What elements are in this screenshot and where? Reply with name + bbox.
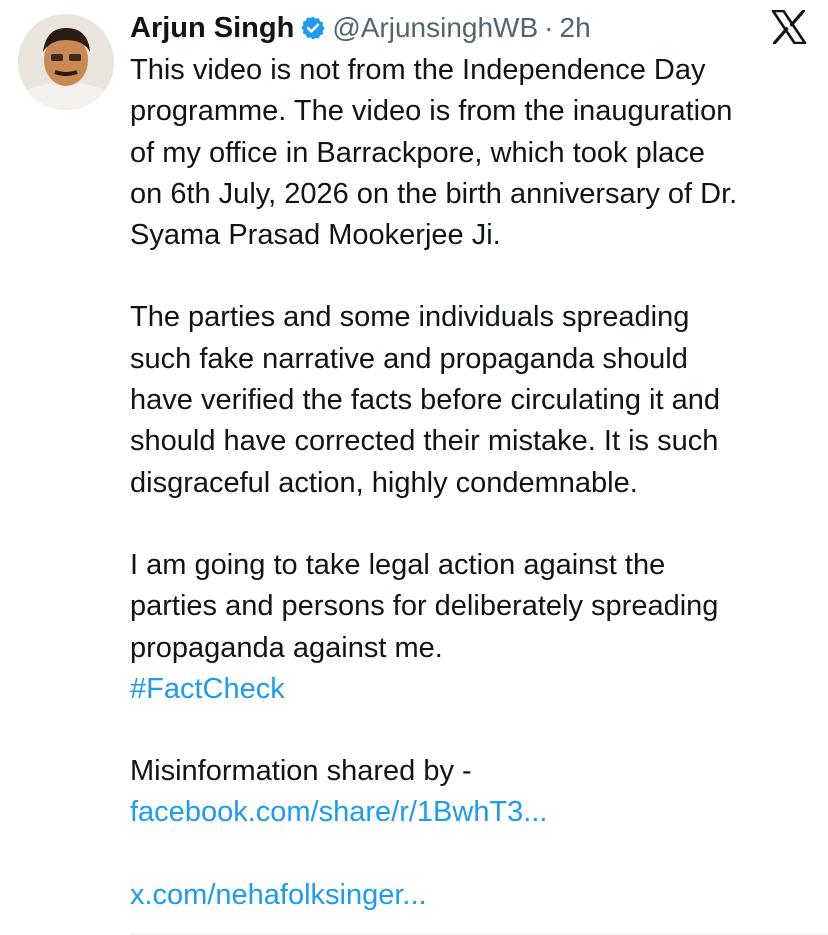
author-avatar[interactable]	[18, 14, 114, 110]
text-line: Syama Prasad Mookerjee Ji.	[130, 219, 501, 252]
post-time[interactable]: 2h	[560, 12, 591, 44]
misinformation-label: Misinformation shared by -	[130, 755, 472, 788]
text-line: parties and persons for deliberately spr…	[130, 590, 719, 623]
text-line: The parties and some individuals spreadi…	[130, 301, 690, 334]
paragraph-3: I am going to take legal action against …	[130, 545, 820, 669]
x-logo-icon[interactable]	[771, 10, 807, 44]
separator-dot: ·	[544, 12, 554, 43]
tweet-text: This video is not from the Independence …	[130, 50, 820, 916]
hashtag-factcheck-link[interactable]: #FactCheck	[130, 669, 820, 710]
text-line: have verified the facts before circulati…	[130, 384, 720, 417]
x-profile-link[interactable]: x.com/nehafolksinger...	[130, 875, 820, 916]
profile-photo-icon	[18, 14, 114, 110]
text-line: on 6th July, 2026 on the birth anniversa…	[130, 177, 738, 210]
text-line: such fake narrative and propaganda shoul…	[130, 342, 688, 375]
author-handle[interactable]: @ArjunsinghWB	[332, 12, 538, 44]
author-name[interactable]: Arjun Singh	[130, 12, 294, 45]
text-line: disgraceful action, highly condemnable.	[130, 466, 638, 499]
text-line: I am going to take legal action against …	[130, 548, 666, 581]
text-line: programme. The video is from the inaugur…	[130, 95, 733, 128]
paragraph-1: This video is not from the Independence …	[130, 50, 820, 256]
text-line: propaganda against me.	[130, 631, 443, 664]
tweet-card: Arjun Singh @ArjunsinghWB · 2h This vide…	[0, 0, 828, 935]
verified-badge-icon	[300, 15, 326, 41]
facebook-share-link[interactable]: facebook.com/share/r/1BwhT3...	[130, 792, 820, 833]
text-line: should have corrected their mistake. It …	[130, 425, 719, 458]
text-line: of my office in Barrackpore, which took …	[130, 136, 705, 169]
paragraph-2: The parties and some individuals spreadi…	[130, 297, 820, 503]
text-line: This video is not from the Independence …	[130, 54, 706, 86]
tweet-header: Arjun Singh @ArjunsinghWB · 2h	[130, 8, 591, 48]
